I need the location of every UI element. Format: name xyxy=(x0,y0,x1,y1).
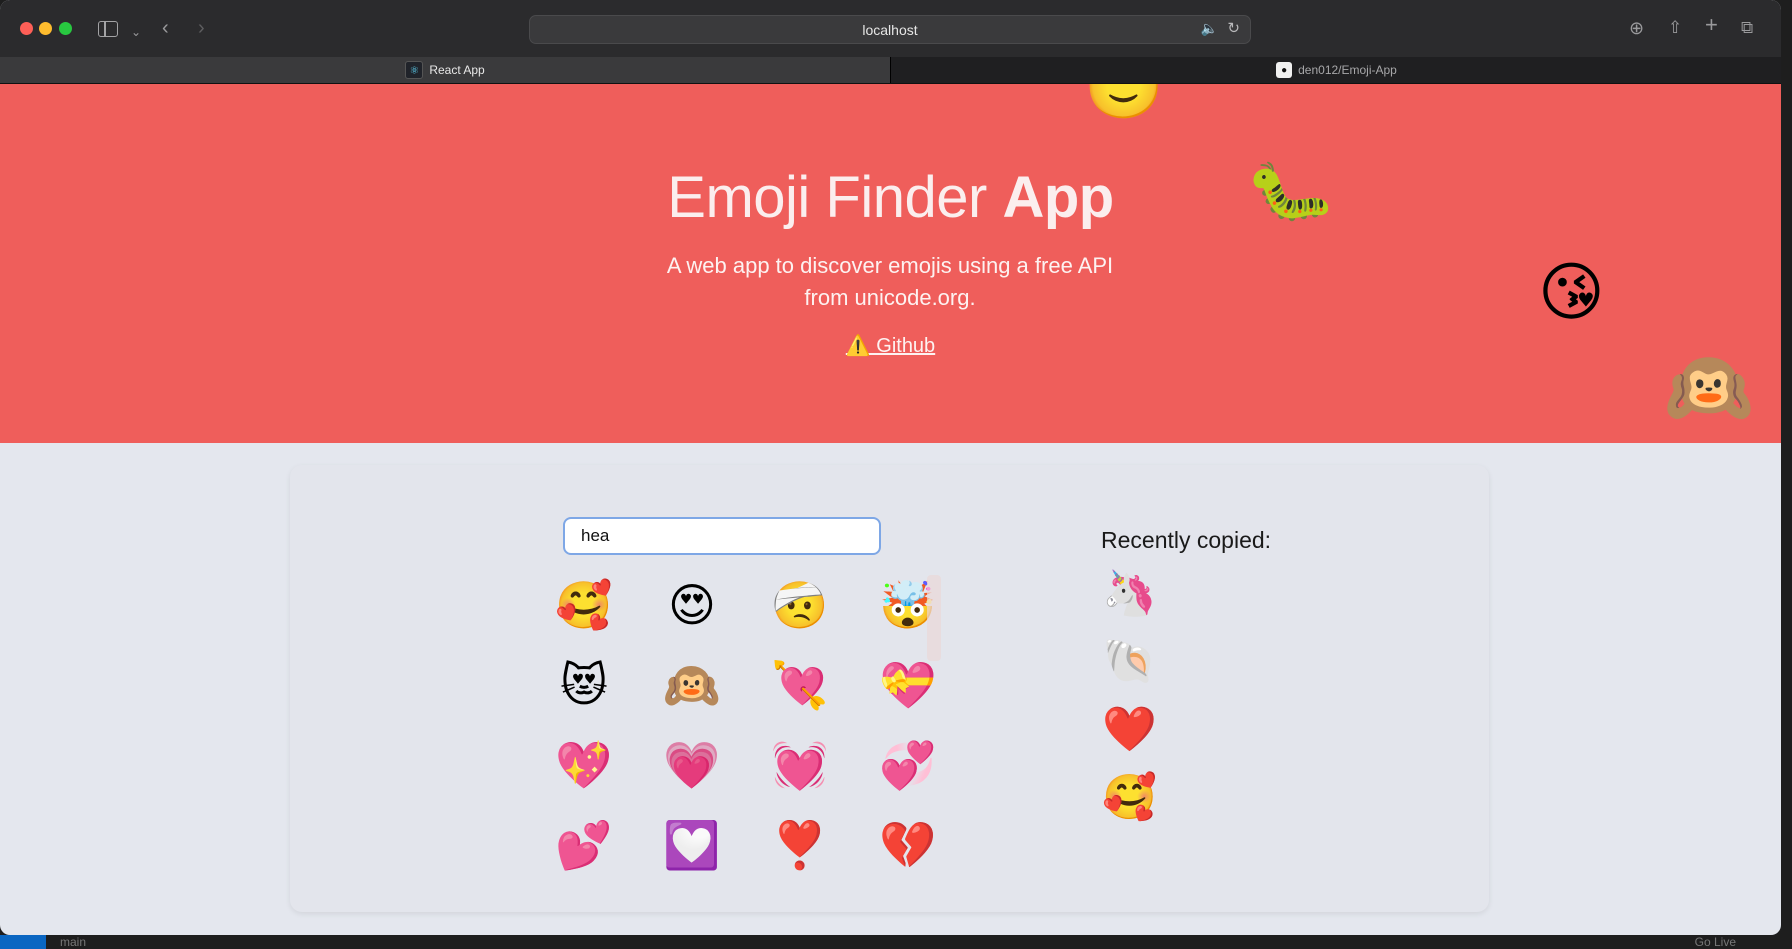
emoji-result[interactable]: 💔 xyxy=(854,815,962,895)
minimize-window-button[interactable] xyxy=(39,22,52,35)
title-light: Emoji Finder xyxy=(667,165,987,230)
recent-emoji[interactable]: ❤️ xyxy=(1102,696,1157,764)
emoji-result[interactable]: 💗 xyxy=(638,735,746,815)
title-bold: App xyxy=(1002,165,1114,230)
emoji-result[interactable]: 💕 xyxy=(530,815,638,895)
tab-label: den012/Emoji-App xyxy=(1298,63,1397,77)
emoji-result[interactable]: 😍 xyxy=(638,575,746,655)
recent-emoji[interactable]: 🦄 xyxy=(1102,560,1157,628)
zoom-window-button[interactable] xyxy=(59,22,72,35)
back-icon[interactable]: ‹ xyxy=(162,18,169,38)
branch-label[interactable]: main xyxy=(60,935,86,949)
tab-overview-icon[interactable]: ⧉ xyxy=(1741,18,1753,38)
speaker-icon[interactable]: 🔈 xyxy=(1201,20,1218,37)
hero-banner: 🙂 🐛 😘 🙉 Emoji Finder App A web app to di… xyxy=(0,84,1781,443)
address-bar[interactable]: localhost 🔈 ↻ xyxy=(529,15,1251,44)
page-title: Emoji Finder App xyxy=(0,164,1781,231)
emoji-result[interactable]: 😻 xyxy=(530,655,638,735)
reload-icon[interactable]: ↻ xyxy=(1227,19,1240,37)
react-icon: ⚛ xyxy=(405,61,424,79)
remote-indicator[interactable] xyxy=(0,935,46,949)
chevron-down-icon[interactable]: ⌄ xyxy=(131,22,141,42)
floating-emoji: 🙉 xyxy=(1664,348,1754,428)
github-icon: ● xyxy=(1276,62,1293,78)
emoji-result[interactable]: 💞 xyxy=(854,735,962,815)
forward-icon[interactable]: › xyxy=(198,18,205,38)
address-text: localhost xyxy=(862,22,918,38)
emoji-result[interactable]: 💘 xyxy=(746,655,854,735)
emoji-result[interactable]: 💝 xyxy=(854,655,962,735)
search-input[interactable] xyxy=(563,517,881,555)
recent-emoji[interactable]: 🥰 xyxy=(1102,764,1157,832)
page-subtitle: A web app to discover emojis using a fre… xyxy=(666,253,1114,310)
browser-window: ⌄ ‹ › localhost 🔈 ↻ ⊕ ⇧ + ⧉ ⚛ React App … xyxy=(0,0,1781,935)
emoji-result[interactable]: 🙉 xyxy=(638,655,746,735)
recent-title: Recently copied: xyxy=(1101,527,1272,553)
scrollbar[interactable] xyxy=(927,575,941,661)
floating-emoji: 🙂 xyxy=(1084,84,1164,122)
tab-react-app[interactable]: ⚛ React App xyxy=(0,57,890,83)
emoji-result[interactable]: 💟 xyxy=(638,815,746,895)
downloads-icon[interactable]: ⊕ xyxy=(1629,18,1644,38)
tab-bar: ⚛ React App ● den012/Emoji-App xyxy=(0,57,1781,84)
sidebar-icon[interactable] xyxy=(98,21,118,37)
new-tab-icon[interactable]: + xyxy=(1705,14,1718,36)
emoji-finder-card: 🥰😍🤕🤯😻🙉💘💝💖💗💓💞💕💟❣️💔 Recently copied: 🦄🐚❤️🥰 xyxy=(290,465,1489,912)
emoji-result[interactable]: 🥰 xyxy=(530,575,638,655)
go-live-button[interactable]: Go Live xyxy=(1695,935,1736,949)
browser-toolbar: ⌄ ‹ › localhost 🔈 ↻ ⊕ ⇧ + ⧉ xyxy=(0,0,1781,57)
floating-emoji: 😘 xyxy=(1538,256,1605,328)
emoji-result[interactable]: 🤯 xyxy=(854,575,962,655)
recent-emoji[interactable]: 🐚 xyxy=(1102,628,1157,696)
tab-github[interactable]: ● den012/Emoji-App xyxy=(890,57,1781,83)
close-window-button[interactable] xyxy=(20,22,33,35)
emoji-result[interactable]: 🤕 xyxy=(746,575,854,655)
emoji-result[interactable]: 💖 xyxy=(530,735,638,815)
results-grid: 🥰 😍 🤕 🤯 😻 🙉 💘 💝 💖 💗 💓 💞 💕 💟 ❣️ 💔 xyxy=(530,575,970,895)
status-bar: main Go Live xyxy=(0,935,1792,949)
github-link[interactable]: ⚠️ Github xyxy=(0,333,1781,358)
tab-label: React App xyxy=(429,63,485,77)
emoji-result[interactable]: 💓 xyxy=(746,735,854,815)
recent-list: 🦄 🐚 ❤️ 🥰 xyxy=(1102,560,1157,832)
emoji-result[interactable]: ❣️ xyxy=(746,815,854,895)
share-icon[interactable]: ⇧ xyxy=(1668,18,1682,38)
